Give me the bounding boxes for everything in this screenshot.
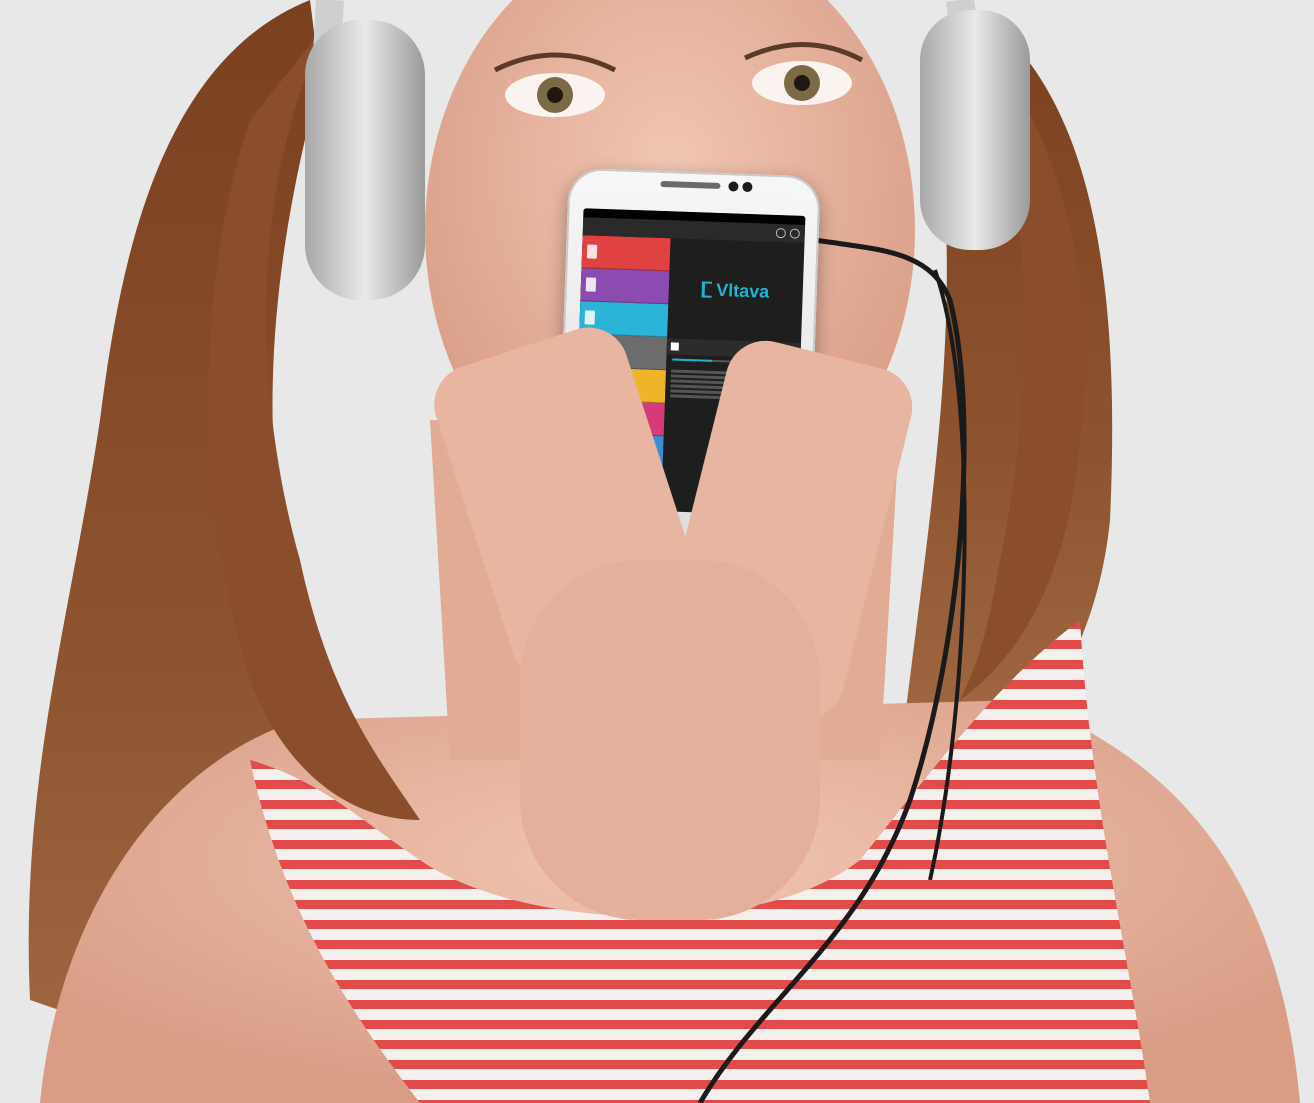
info-icon[interactable] xyxy=(789,228,800,239)
station-logo-icon xyxy=(585,277,597,292)
clasped-fingers xyxy=(520,560,820,920)
play-icon[interactable] xyxy=(670,342,679,351)
phone-speaker xyxy=(660,180,721,190)
station-logo-icon xyxy=(586,244,598,259)
station-item[interactable] xyxy=(580,268,670,305)
station-brand: Vltava xyxy=(667,238,804,343)
sensor-icon xyxy=(742,181,753,193)
station-brand-name: Vltava xyxy=(715,279,770,302)
station-item[interactable] xyxy=(581,235,671,272)
station-logo-icon xyxy=(584,310,595,325)
station-logo-icon xyxy=(701,281,713,298)
camera-icon xyxy=(728,181,739,192)
menu-icon[interactable] xyxy=(775,227,786,239)
